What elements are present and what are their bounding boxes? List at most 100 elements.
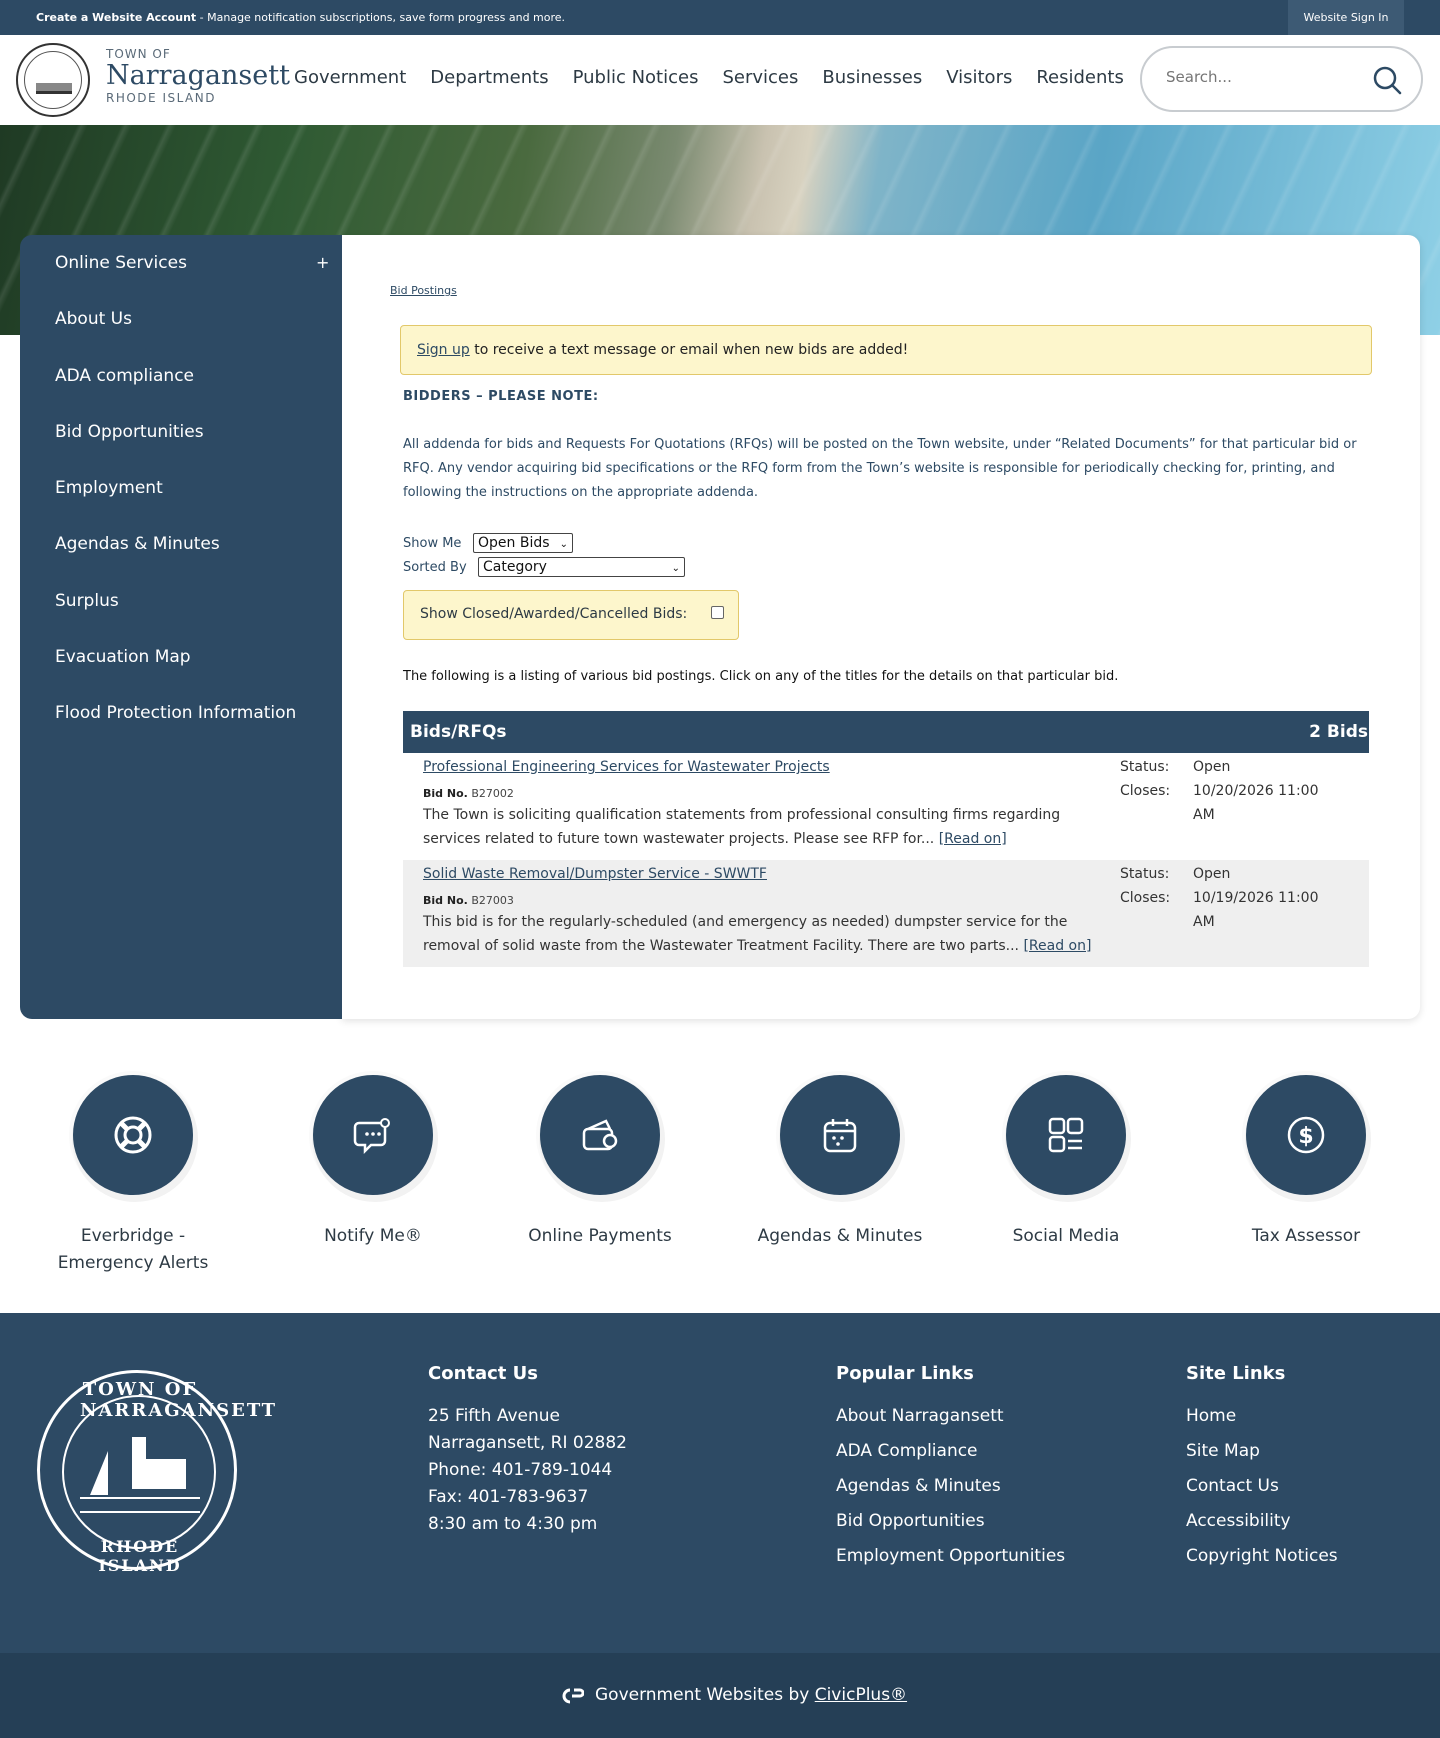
seal-waves	[80, 1497, 200, 1513]
closes-label: Closes:	[1120, 890, 1171, 906]
quick-link-label: Online Payments	[528, 1226, 672, 1246]
calendar-icon	[823, 1119, 857, 1153]
sidebar-item-bid-opportunities[interactable]: Bid Opportunities	[55, 422, 204, 442]
quick-link-circle[interactable]	[780, 1075, 900, 1195]
footer-link-employment[interactable]: Employment Opportunities	[836, 1543, 1065, 1570]
nav-services[interactable]: Services	[722, 67, 798, 88]
sign-up-link[interactable]: Sign up	[417, 342, 470, 358]
nav-public-notices[interactable]: Public Notices	[573, 67, 699, 88]
sidebar-item-about-us[interactable]: About Us	[55, 309, 132, 329]
create-account-message[interactable]: Create a Website Account - Manage notifi…	[36, 11, 565, 24]
bid-title-link[interactable]: Solid Waste Removal/Dumpster Service - S…	[423, 866, 767, 882]
bid-description: This bid is for the regularly-scheduled …	[423, 910, 1103, 958]
dollar-icon: $	[1287, 1116, 1325, 1154]
footer-link-contact[interactable]: Contact Us	[1186, 1473, 1338, 1500]
footer-popular-title: Popular Links	[836, 1363, 974, 1384]
chat-bubble-icon	[353, 1118, 390, 1155]
bid-row: Solid Waste Removal/Dumpster Service - S…	[403, 860, 1369, 967]
bid-number-value: B27003	[471, 894, 514, 907]
nav-residents[interactable]: Residents	[1036, 67, 1124, 88]
bid-number-label: Bid No.	[423, 894, 468, 907]
civicplus-link[interactable]: CivicPlus®	[815, 1685, 907, 1705]
seal-lighthouse	[132, 1437, 146, 1489]
show-me-select[interactable]: Open Bids ⌄	[473, 533, 573, 553]
status-label: Status:	[1120, 866, 1170, 882]
website-sign-in-button[interactable]: Website Sign In	[1288, 0, 1404, 35]
quick-link-social-media[interactable]: Social Media	[966, 1075, 1166, 1250]
footer-link-bids[interactable]: Bid Opportunities	[836, 1508, 1065, 1535]
bids-table-title: Bids/RFQs	[410, 722, 507, 742]
lifebuoy-icon	[114, 1116, 152, 1154]
quick-link-notify-me[interactable]: Notify Me®	[273, 1075, 473, 1250]
footer-link-accessibility[interactable]: Accessibility	[1186, 1508, 1338, 1535]
footer-site-links: Home Site Map Contact Us Accessibility C…	[1186, 1403, 1338, 1578]
contact-phone[interactable]: Phone: 401-789-1044	[428, 1457, 627, 1484]
footer-town-seal[interactable]: TOWN OF NARRAGANSETT RHODE ISLAND	[37, 1370, 277, 1575]
quick-link-agendas-minutes[interactable]: Agendas & Minutes	[740, 1075, 940, 1250]
bid-number: Bid No. B27002	[423, 787, 514, 800]
show-me-label: Show Me	[403, 536, 462, 551]
seal-top-text: TOWN OF NARRAGANSETT	[80, 1379, 277, 1421]
closes-label: Closes:	[1120, 783, 1171, 799]
status-value: Open	[1193, 759, 1231, 775]
show-closed-label: Show Closed/Awarded/Cancelled Bids:	[420, 606, 688, 622]
bid-title-link[interactable]: Professional Engineering Services for Wa…	[423, 759, 830, 775]
footer-link-agendas[interactable]: Agendas & Minutes	[836, 1473, 1065, 1500]
bid-row: Professional Engineering Services for Wa…	[403, 753, 1369, 860]
footer-link-site-map[interactable]: Site Map	[1186, 1438, 1338, 1465]
seal-sail	[90, 1451, 108, 1495]
nav-departments[interactable]: Departments	[430, 67, 548, 88]
search-input[interactable]	[1166, 68, 1366, 86]
town-logo-text[interactable]: TOWN OF Narragansett RHODE ISLAND	[106, 47, 290, 105]
footer-link-about[interactable]: About Narragansett	[836, 1403, 1065, 1430]
svg-text:$: $	[1298, 1124, 1313, 1149]
sidebar-item-flood-protection[interactable]: Flood Protection Information	[55, 703, 296, 723]
quick-link-online-payments[interactable]: Online Payments	[500, 1075, 700, 1250]
sidebar-item-online-services[interactable]: Online Services	[55, 253, 187, 273]
sorted-by-label: Sorted By	[403, 560, 467, 575]
town-seal-logo[interactable]	[16, 43, 90, 117]
sidebar-item-ada-compliance[interactable]: ADA compliance	[55, 366, 194, 386]
grid-icon	[1048, 1117, 1084, 1153]
sorted-by-select[interactable]: Category ⌄	[478, 557, 685, 577]
footer-link-ada[interactable]: ADA Compliance	[836, 1438, 1065, 1465]
search-icon[interactable]	[1371, 64, 1403, 96]
sidebar-item-evacuation-map[interactable]: Evacuation Map	[55, 647, 191, 667]
nav-businesses[interactable]: Businesses	[822, 67, 922, 88]
footer-site-title: Site Links	[1186, 1363, 1286, 1384]
seal-building	[146, 1459, 186, 1489]
quick-link-label: Tax Assessor	[1251, 1226, 1361, 1246]
quick-link-circle[interactable]	[313, 1075, 433, 1195]
contact-city: Narragansett, RI 02882	[428, 1433, 627, 1453]
quick-link-circle[interactable]: $	[1246, 1075, 1366, 1195]
nav-government[interactable]: Government	[294, 67, 406, 88]
show-closed-checkbox[interactable]	[711, 606, 724, 619]
read-on-link[interactable]: [Read on]	[1023, 938, 1091, 954]
main-navigation: Government Departments Public Notices Se…	[294, 67, 1148, 88]
bid-number-label: Bid No.	[423, 787, 468, 800]
sidebar-item-surplus[interactable]: Surplus	[55, 591, 119, 611]
create-account-link[interactable]: Create a Website Account	[36, 11, 196, 24]
quick-link-circle[interactable]	[1006, 1075, 1126, 1195]
footer-link-copyright[interactable]: Copyright Notices	[1186, 1543, 1338, 1570]
expand-plus-icon[interactable]: +	[316, 253, 329, 272]
quick-link-label: Notify Me®	[324, 1226, 422, 1246]
quick-link-tax-assessor[interactable]: $ Tax Assessor	[1206, 1075, 1406, 1250]
sidebar-item-employment[interactable]: Employment	[55, 478, 163, 498]
utility-bar: Create a Website Account - Manage notifi…	[0, 0, 1440, 35]
breadcrumb-bid-postings[interactable]: Bid Postings	[390, 284, 457, 297]
contact-address: 25 Fifth Avenue	[428, 1406, 560, 1426]
civicplus-bar: Government Websites by CivicPlus®	[0, 1653, 1440, 1738]
quick-link-label: Social Media	[1012, 1226, 1120, 1246]
footer-link-home[interactable]: Home	[1186, 1403, 1338, 1430]
nav-visitors[interactable]: Visitors	[946, 67, 1012, 88]
civicplus-text: Government Websites by	[595, 1685, 815, 1705]
sidebar-item-agendas-minutes[interactable]: Agendas & Minutes	[55, 534, 220, 554]
sidebar-nav: + Online Services About Us ADA complianc…	[20, 235, 342, 1019]
quick-link-circle[interactable]	[540, 1075, 660, 1195]
read-on-link[interactable]: [Read on]	[939, 831, 1007, 847]
quick-link-everbridge[interactable]: Everbridge - Emergency Alerts	[33, 1075, 233, 1277]
bidders-note-body: All addenda for bids and Requests For Qu…	[403, 437, 1357, 500]
quick-link-circle[interactable]	[73, 1075, 193, 1195]
signup-notice-text: to receive a text message or email when …	[469, 342, 909, 358]
